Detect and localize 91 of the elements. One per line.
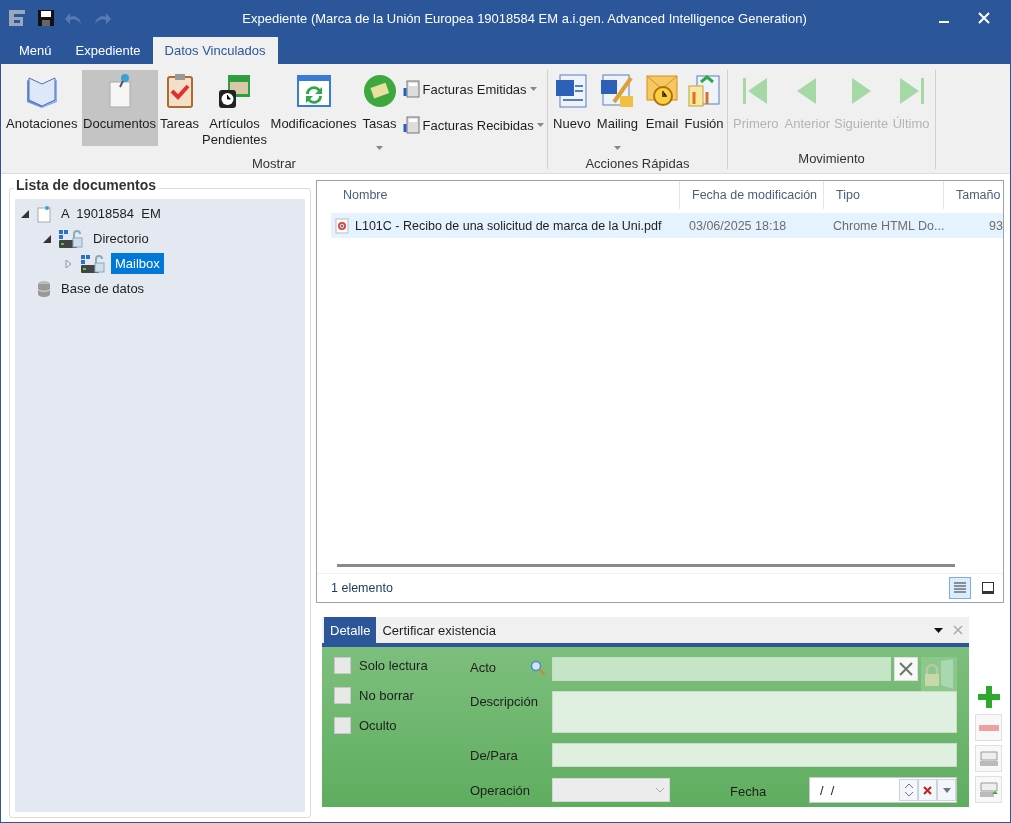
clear-button[interactable] <box>894 657 918 681</box>
operation-dropdown[interactable] <box>552 778 670 802</box>
window-refresh-icon <box>294 72 333 110</box>
remove-button[interactable] <box>975 714 1002 741</box>
column-header[interactable]: Nombre <box>331 181 679 209</box>
browser-file-icon <box>335 217 349 234</box>
checkbox[interactable] <box>334 687 351 704</box>
panel-title: Lista de documentos <box>14 177 159 193</box>
tree-item[interactable]: Mailbox <box>111 253 164 274</box>
group-label: Acciones Rápidas <box>584 156 691 173</box>
caret-icon <box>942 787 951 793</box>
undo-icon[interactable] <box>65 11 83 25</box>
chevron-down-icon <box>656 787 664 793</box>
calendar-dropdown-button[interactable] <box>937 779 956 801</box>
ribbon-button[interactable]: Artículos Pendientes <box>201 70 268 150</box>
note-icon <box>36 204 52 223</box>
field-label: Operación <box>470 782 531 798</box>
scanner-arrow-icon <box>978 780 999 799</box>
search-icon[interactable] <box>530 660 546 676</box>
group-label: Mostrar <box>250 156 297 173</box>
ribbon-button[interactable]: Modificaciones <box>269 70 358 146</box>
ribbon-button[interactable]: Documentos <box>81 70 158 146</box>
collapsed-arrow-icon[interactable] <box>65 258 72 269</box>
ribbon-tab[interactable]: Menú <box>7 37 64 64</box>
save-icon[interactable] <box>37 9 55 27</box>
field-label: Fecha <box>730 783 767 799</box>
tree-item[interactable]: A 19018584 EM <box>57 203 165 224</box>
checkbox-label: Oculto <box>359 718 397 733</box>
clear-date-button[interactable] <box>918 779 937 801</box>
checkbox-label: Solo lectura <box>359 658 428 673</box>
ribbon-menu-button[interactable]: Facturas Emitidas <box>401 80 544 98</box>
ribbon-button[interactable]: Nuevo <box>550 70 593 146</box>
expanded-arrow-icon[interactable] <box>21 209 29 218</box>
scan-export-button[interactable] <box>975 776 1002 803</box>
dropdown-arrow-icon[interactable] <box>934 627 943 633</box>
description-field[interactable] <box>552 691 957 733</box>
preview-pane-icon <box>982 582 994 594</box>
drive-lock-icon <box>80 253 106 274</box>
redo-icon[interactable] <box>93 11 111 25</box>
database-icon <box>36 279 52 298</box>
scanner-icon <box>978 749 999 768</box>
field-label: Acto <box>470 659 496 676</box>
plus-icon <box>976 684 1001 709</box>
ribbon-button[interactable]: Fusión <box>684 70 725 146</box>
window-title: Expediente (Marca de la Unión Europea 19018584 EM a.i.gen. Advanced Intelligence Generation) <box>241 10 808 26</box>
table-cell: L101C - Recibo de una solicitud de marca de la Uni.pdf <box>355 218 662 233</box>
detail-tab[interactable]: Detalle <box>324 617 377 643</box>
drive-lock-icon <box>58 228 84 249</box>
expanded-arrow-icon[interactable] <box>43 234 51 243</box>
tree-item[interactable]: Directorio <box>89 228 153 249</box>
up-down-arrows-icon <box>904 783 913 797</box>
ribbon-button[interactable]: Tasas <box>359 70 400 156</box>
add-button[interactable] <box>975 683 1002 710</box>
details-view-button[interactable] <box>949 577 971 599</box>
ribbon-button[interactable]: Mailing <box>594 70 641 156</box>
acto-field[interactable] <box>552 657 891 681</box>
spin-button[interactable] <box>899 779 918 801</box>
field-label: De/Para <box>470 747 519 763</box>
x-icon <box>899 662 913 676</box>
scrollbar[interactable] <box>337 564 955 567</box>
group-label: Movimiento <box>797 151 866 168</box>
de-para-field[interactable] <box>552 743 957 767</box>
checkbox[interactable] <box>334 717 351 734</box>
ribbon-tab[interactable]: Expediente <box>63 37 153 64</box>
ribbon-menu-button[interactable]: Facturas Recibidas <box>401 116 544 134</box>
field-label: Descripción <box>470 693 539 709</box>
lock-icon <box>921 657 957 691</box>
calculator-icon <box>401 116 420 134</box>
app-logo-icon <box>7 8 27 28</box>
date-field[interactable]: / / <box>809 777 957 803</box>
column-header[interactable]: Tamaño <box>943 181 1003 209</box>
list-icon <box>954 582 966 594</box>
checkbox-label: No borrar <box>359 688 414 703</box>
tree-item[interactable]: Base de datos <box>57 278 149 299</box>
status-text: 1 elemento <box>331 581 394 595</box>
calculator-icon <box>401 80 420 98</box>
minus-icon <box>978 724 999 731</box>
scanner-button[interactable] <box>975 745 1002 772</box>
detail-tab[interactable]: Certificar existencia <box>376 617 502 643</box>
ribbon-tab[interactable]: Datos Vinculados <box>152 37 278 64</box>
file-row[interactable]: L101C - Recibo de una solicitud de marca de la Uni.pdf 03/06/2025 18:18 Chrome HTML Do... 93 <box>331 213 1003 238</box>
ribbon-button[interactable]: Tareas <box>159 70 200 146</box>
ribbon-button[interactable]: Anotaciones <box>4 70 80 146</box>
checkbox[interactable] <box>334 657 351 674</box>
table-cell: Chrome HTML Do... <box>833 218 945 233</box>
table-cell: 03/06/2025 18:18 <box>689 218 787 233</box>
x-icon <box>923 785 932 795</box>
column-header[interactable]: Tipo <box>823 181 943 209</box>
column-header[interactable]: Fecha de modificación <box>679 181 823 209</box>
ribbon-button[interactable]: Email <box>642 70 683 146</box>
table-cell: 93 <box>989 218 1003 233</box>
